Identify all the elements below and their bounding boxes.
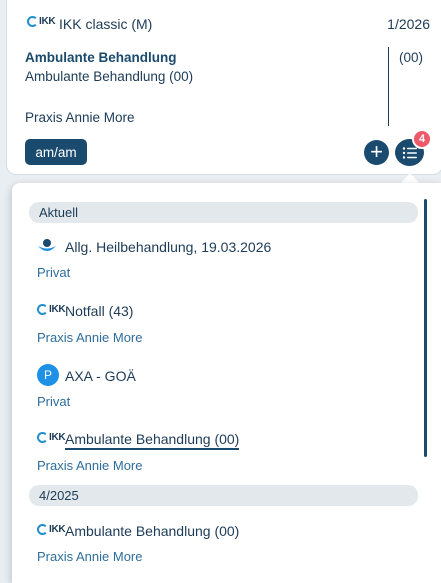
list-item-title[interactable]: Allg. Heilbehandlung, 19.03.2026: [65, 239, 271, 255]
ikk-logo-icon: IKK: [27, 16, 56, 27]
case-subtitle: Ambulante Behandlung (00): [25, 69, 194, 84]
list-item-subtitle: Praxis Annie More: [37, 330, 143, 345]
quarter-label: 1/2026: [387, 16, 430, 32]
ikk-logo-icon: IKK: [37, 304, 66, 315]
ikk-logo-icon: IKK: [37, 432, 66, 443]
notification-badge: 4: [412, 129, 432, 149]
initials-chip[interactable]: am/am: [25, 139, 87, 165]
insurance-name: IKK classic (M): [59, 16, 153, 32]
list-item-subtitle: Praxis Annie More: [37, 458, 143, 473]
list-item-subtitle: Privat: [37, 265, 71, 280]
case-title[interactable]: Ambulante Behandlung: [25, 50, 177, 65]
list-item-title[interactable]: Ambulante Behandlung (00): [65, 523, 239, 539]
bg-insurance-icon: [38, 239, 56, 251]
list-item-title[interactable]: AXA - GOÄ: [65, 368, 136, 384]
ikk-logo-icon: IKK: [37, 524, 66, 535]
case-dropdown: Aktuell Allg. Heilbehandlung, 19.03.2026…: [12, 183, 441, 583]
list-icon: [402, 146, 417, 159]
list-item-subtitle: Privat: [37, 394, 71, 409]
case-code: (00): [398, 50, 423, 65]
section-header-quarter: 4/2025: [29, 485, 418, 506]
section-header-current: Aktuell: [29, 202, 418, 223]
list-item-title[interactable]: Notfall (43): [65, 303, 133, 319]
private-p-icon: P: [37, 364, 59, 386]
practice-name: Praxis Annie More: [25, 110, 135, 125]
divider: [388, 47, 389, 126]
scrollbar[interactable]: [424, 199, 427, 457]
list-item-subtitle: Praxis Annie More: [37, 549, 143, 564]
plus-icon: +: [370, 138, 383, 164]
list-item-title-selected[interactable]: Ambulante Behandlung (00): [65, 431, 240, 450]
add-case-button[interactable]: +: [364, 140, 389, 165]
